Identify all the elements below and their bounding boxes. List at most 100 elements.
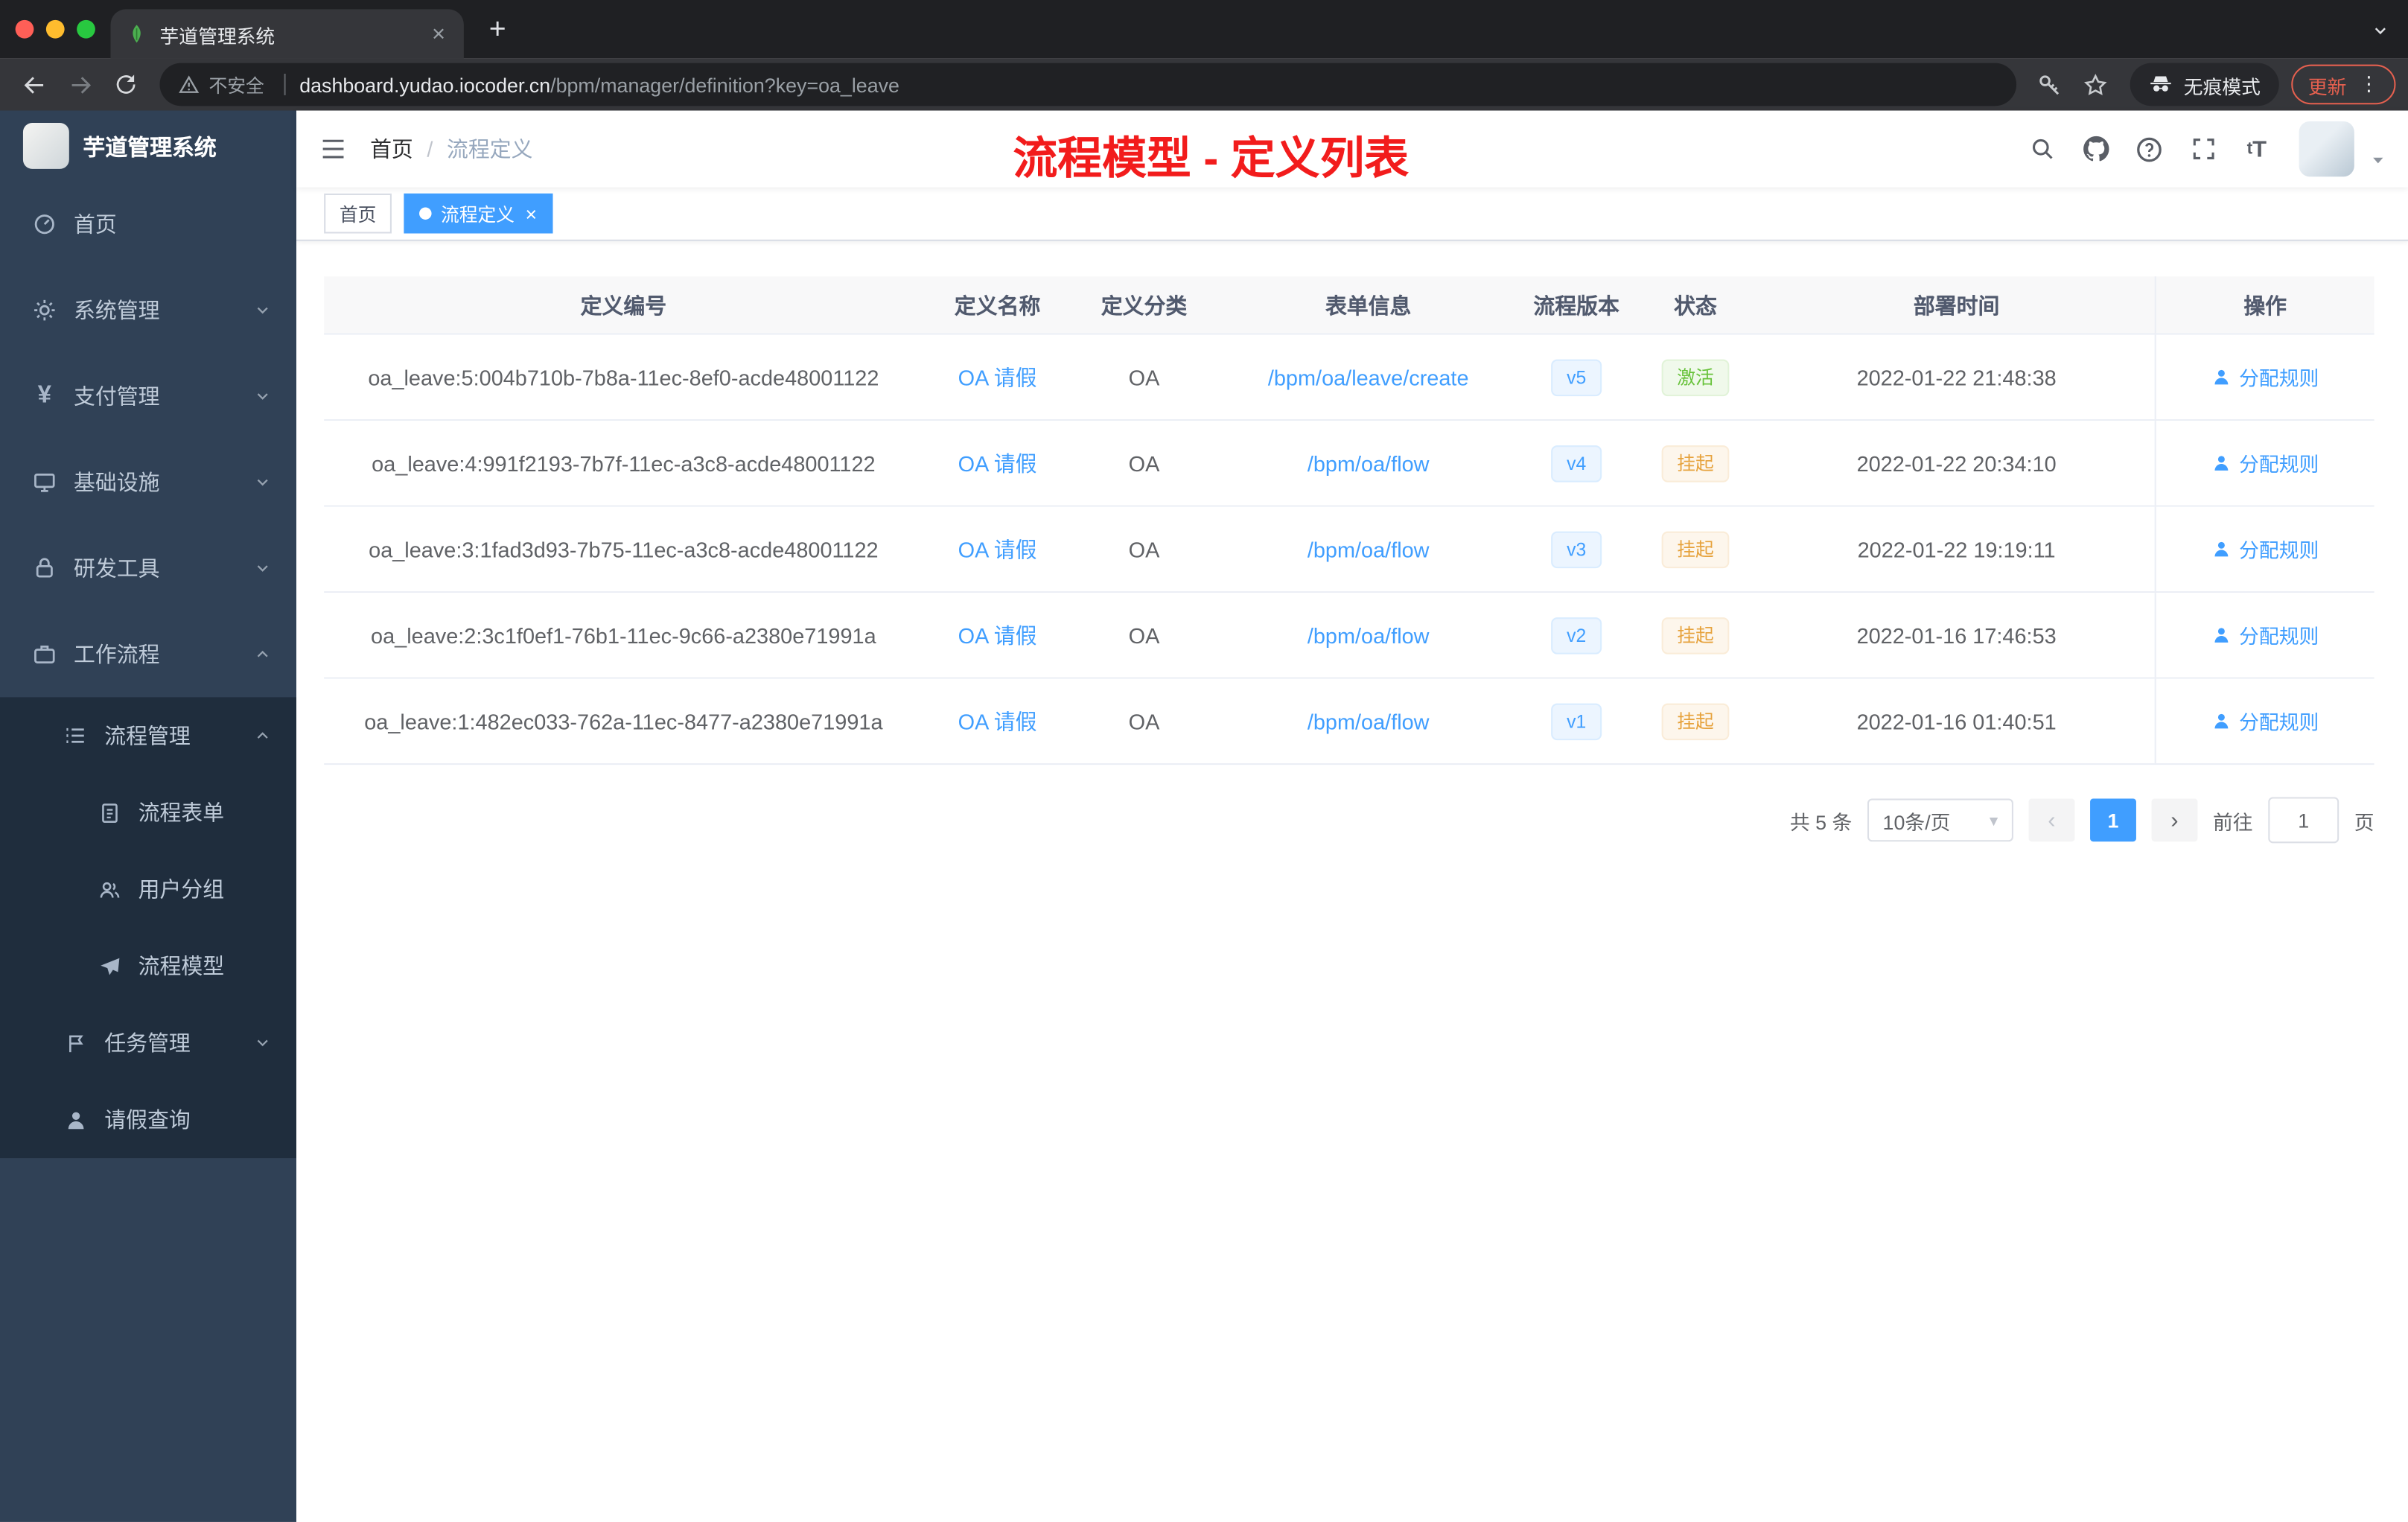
sidebar-item-label: 首页 xyxy=(74,211,117,237)
github-icon[interactable] xyxy=(2071,125,2119,173)
sidebar-item-workflow[interactable]: 工作流程 xyxy=(0,611,296,698)
sidebar-item-process-mgmt[interactable]: 流程管理 xyxy=(0,697,296,774)
definition-id: oa_leave:2:3c1f0ef1-76b1-11ec-9c66-a2380… xyxy=(371,623,876,648)
assign-rule-link[interactable]: 分配规则 xyxy=(2211,620,2319,649)
chevron-down-icon xyxy=(253,559,272,578)
sidebar-item-label: 工作流程 xyxy=(74,642,160,667)
update-button[interactable]: 更新 ⋮ xyxy=(2291,64,2396,105)
person-icon xyxy=(2214,628,2229,643)
person-icon xyxy=(2214,456,2229,471)
breadcrumb-separator: / xyxy=(427,136,433,162)
definition-category: OA xyxy=(1128,450,1160,476)
page-number-1[interactable]: 1 xyxy=(2089,798,2136,842)
tag-home[interactable]: 首页 xyxy=(324,193,392,234)
reload-button[interactable] xyxy=(104,63,147,106)
back-button[interactable] xyxy=(13,63,56,106)
sidebar-item-infra[interactable]: 基础设施 xyxy=(0,439,296,526)
table-row: oa_leave:1:482ec033-762a-11ec-8477-a2380… xyxy=(324,678,2374,765)
col-header-version: 流程版本 xyxy=(1533,292,1619,317)
browser-tab[interactable]: 芋道管理系统 × xyxy=(110,9,464,59)
url-path: /bpm/manager/definition?key=oa_leave xyxy=(550,72,899,96)
fullscreen-icon[interactable] xyxy=(2179,125,2227,173)
incognito-badge: 无痕模式 xyxy=(2130,63,2279,106)
tag-label: 流程定义 xyxy=(440,203,515,226)
update-label: 更新 xyxy=(2307,76,2347,98)
assign-rule-label: 分配规则 xyxy=(2239,710,2319,734)
definition-name-link[interactable]: OA 请假 xyxy=(958,706,1037,736)
tag-process-definition[interactable]: 流程定义 × xyxy=(404,193,552,234)
deploy-time: 2022-01-16 01:40:51 xyxy=(1856,708,2057,733)
page-size-select[interactable]: 10条/页 ▾ xyxy=(1867,798,2013,842)
forward-button[interactable] xyxy=(58,63,101,106)
tab-search-chevron-icon[interactable] xyxy=(2372,22,2390,40)
tab-close-icon[interactable]: × xyxy=(429,21,448,47)
bookmark-star-icon[interactable] xyxy=(2074,63,2118,106)
assign-rule-link[interactable]: 分配规则 xyxy=(2211,707,2319,736)
definition-name-link[interactable]: OA 请假 xyxy=(958,620,1037,650)
version-badge: v3 xyxy=(1551,530,1602,568)
browser-menu-icon[interactable]: ⋮ xyxy=(2359,72,2379,97)
chevron-down-icon xyxy=(253,301,272,319)
tag-close-icon[interactable]: × xyxy=(525,203,537,223)
form-link[interactable]: /bpm/oa/leave/create xyxy=(1268,365,1469,389)
assign-rule-link[interactable]: 分配规则 xyxy=(2211,363,2319,392)
form-link[interactable]: /bpm/oa/flow xyxy=(1307,450,1430,475)
sidebar-item-payment[interactable]: ¥ 支付管理 xyxy=(0,353,296,439)
status-badge: 激活 xyxy=(1661,358,1730,396)
sidebar-item-label: 系统管理 xyxy=(74,298,160,323)
chevron-down-icon xyxy=(253,1034,272,1052)
breadcrumb-home[interactable]: 首页 xyxy=(370,133,413,164)
next-page-button[interactable]: › xyxy=(2151,798,2198,842)
assign-rule-link[interactable]: 分配规则 xyxy=(2211,448,2319,477)
browser-tab-strip: 芋道管理系统 × + xyxy=(0,0,2408,59)
definition-name-link[interactable]: OA 请假 xyxy=(958,362,1037,392)
sidebar-toggle-icon[interactable] xyxy=(296,111,370,188)
password-key-icon[interactable] xyxy=(2028,63,2071,106)
sidebar-item-process-model[interactable]: 流程模型 xyxy=(0,928,296,1004)
tag-label: 首页 xyxy=(339,203,377,226)
prev-page-button[interactable]: ‹ xyxy=(2028,798,2075,842)
definition-name-link[interactable]: OA 请假 xyxy=(958,448,1037,478)
briefcase-icon xyxy=(31,640,58,668)
person-icon xyxy=(2214,541,2229,557)
goto-page-input[interactable] xyxy=(2268,797,2339,844)
definition-name-link[interactable]: OA 请假 xyxy=(958,534,1037,564)
sidebar-item-home[interactable]: 首页 xyxy=(0,181,296,267)
close-window-button[interactable] xyxy=(15,19,34,39)
sidebar-item-user-group[interactable]: 用户分组 xyxy=(0,851,296,928)
assign-rule-link[interactable]: 分配规则 xyxy=(2211,535,2319,564)
sidebar-item-leave-query[interactable]: 请假查询 xyxy=(0,1081,296,1158)
sidebar-item-system[interactable]: 系统管理 xyxy=(0,267,296,354)
sidebar-item-devtools[interactable]: 研发工具 xyxy=(0,525,296,611)
deploy-time: 2022-01-22 19:19:11 xyxy=(1857,536,2056,561)
version-badge: v2 xyxy=(1551,617,1602,654)
sidebar-item-process-form[interactable]: 流程表单 xyxy=(0,774,296,851)
zoom-window-button[interactable] xyxy=(77,19,95,39)
screen: 芋道管理系统 × + 不安全 dashboard.yudao.iocoder.c… xyxy=(0,0,2408,1522)
user-avatar[interactable] xyxy=(2299,121,2354,177)
avatar-caret-down-icon[interactable] xyxy=(2369,151,2386,168)
form-link[interactable]: /bpm/oa/flow xyxy=(1307,623,1430,647)
window-controls xyxy=(0,19,95,39)
logo-avatar xyxy=(22,123,69,169)
font-size-icon[interactable]: tT xyxy=(2233,125,2281,173)
form-link[interactable]: /bpm/oa/flow xyxy=(1307,709,1430,733)
security-label[interactable]: 不安全 xyxy=(209,71,264,98)
definition-category: OA xyxy=(1128,623,1160,648)
new-tab-button[interactable]: + xyxy=(480,13,517,50)
search-icon[interactable] xyxy=(2018,125,2065,173)
sidebar-item-task-mgmt[interactable]: 任务管理 xyxy=(0,1004,296,1081)
minimize-window-button[interactable] xyxy=(45,19,65,39)
help-icon[interactable] xyxy=(2126,125,2173,173)
sidebar-logo[interactable]: 芋道管理系统 xyxy=(0,111,296,182)
top-navbar: 首页 / 流程定义 流程模型 - 定义列表 t T xyxy=(296,110,2408,188)
document-icon xyxy=(95,799,123,827)
deploy-time: 2022-01-22 20:34:10 xyxy=(1856,450,2057,476)
form-link[interactable]: /bpm/oa/flow xyxy=(1307,537,1430,561)
status-badge: 挂起 xyxy=(1661,445,1730,482)
address-bar[interactable]: 不安全 dashboard.yudao.iocoder.cn /bpm/mana… xyxy=(159,63,2016,106)
col-header-id: 定义编号 xyxy=(580,292,667,317)
gear-icon xyxy=(31,296,58,324)
assign-rule-label: 分配规则 xyxy=(2239,538,2319,562)
paper-plane-icon xyxy=(95,952,123,980)
